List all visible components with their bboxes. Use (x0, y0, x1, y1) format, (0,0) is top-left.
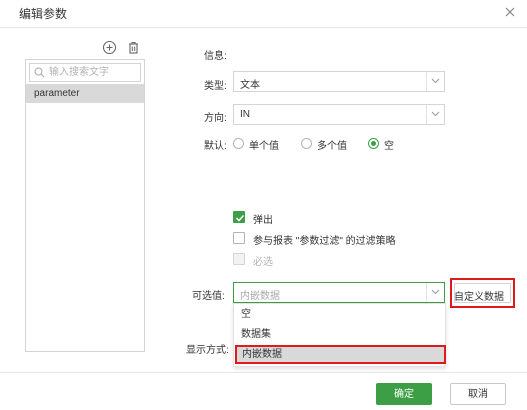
edit-parameter-dialog: 编辑参数 parameter 信息: 类型: 文本 (0, 0, 527, 410)
dropdown-option-empty[interactable]: 空 (234, 305, 445, 324)
param-list-item[interactable]: parameter (26, 84, 144, 103)
direction-select[interactable]: IN (233, 104, 445, 125)
radio-label: 单个值 (249, 141, 279, 152)
direction-select-value: IN (240, 109, 250, 120)
chevron-down-icon (426, 72, 444, 91)
optional-values-label: 可选值: (192, 291, 225, 302)
search-icon (34, 67, 45, 78)
direction-label: 方向: (204, 113, 227, 124)
type-select[interactable]: 文本 (233, 71, 445, 92)
dropdown-option-dataset[interactable]: 数据集 (234, 325, 445, 344)
dialog-title: 编辑参数 (19, 7, 68, 21)
radio-label: 多个值 (317, 141, 347, 152)
dialog-titlebar: 编辑参数 (0, 0, 527, 28)
optional-values-select-value: 内嵌数据 (240, 291, 280, 302)
search-input[interactable] (49, 65, 139, 80)
checkbox-label: 必选 (253, 257, 273, 268)
trash-icon[interactable] (126, 40, 141, 55)
checkbox-checked (233, 211, 245, 223)
dropdown-option-embedded-data[interactable]: 内嵌数据 (235, 345, 446, 364)
display-mode-label: 显示方式: (186, 345, 229, 356)
type-select-value: 文本 (240, 80, 260, 91)
info-label: 信息: (204, 51, 227, 62)
radio-circle (301, 138, 312, 149)
chevron-down-icon (426, 283, 444, 302)
checkbox-label: 弹出 (253, 215, 273, 226)
dialog-footer: 确定 取消 (0, 372, 527, 410)
parameter-list-panel: parameter (25, 59, 145, 352)
optional-values-dropdown: 空 数据集 内嵌数据 (233, 303, 446, 367)
ok-button[interactable]: 确定 (376, 383, 432, 405)
optional-values-select[interactable]: 内嵌数据 (233, 282, 445, 303)
close-icon[interactable] (503, 5, 517, 19)
radio-circle-selected (368, 138, 379, 149)
checkbox-unchecked (233, 232, 245, 244)
cancel-button[interactable]: 取消 (450, 383, 506, 405)
radio-circle (233, 138, 244, 149)
custom-data-button[interactable]: 自定义数据 (450, 278, 515, 308)
radio-label: 空 (384, 141, 394, 152)
custom-data-button-label: 自定义数据 (454, 292, 504, 303)
checkbox-disabled (233, 253, 245, 265)
default-label: 默认: (204, 141, 227, 152)
type-label: 类型: (204, 81, 227, 92)
search-box (29, 63, 141, 82)
param-list-toolbar (102, 40, 144, 56)
chevron-down-icon (426, 105, 444, 124)
checkbox-label: 参与报表 "参数过滤" 的过滤策略 (253, 236, 396, 247)
add-circle-icon[interactable] (102, 40, 117, 55)
